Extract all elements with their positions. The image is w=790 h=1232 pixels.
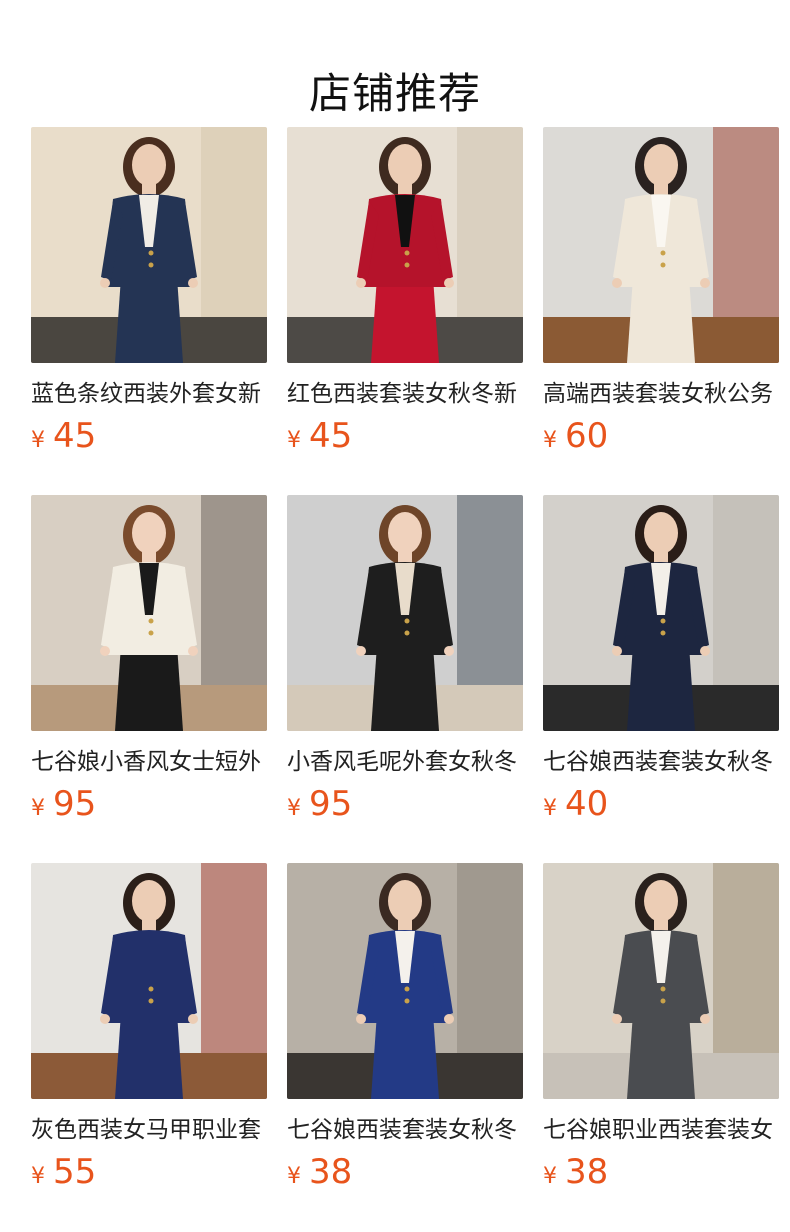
- product-name[interactable]: 七谷娘小香风女士短外: [31, 747, 267, 777]
- product-price: ¥95: [31, 783, 267, 825]
- price-value: 45: [53, 416, 97, 456]
- price-value: 38: [565, 1152, 609, 1192]
- product-image[interactable]: [287, 863, 523, 1099]
- product-price: ¥38: [543, 1151, 779, 1193]
- product-image[interactable]: [287, 495, 523, 731]
- product-price: ¥45: [287, 415, 523, 457]
- product-price: ¥45: [31, 415, 267, 457]
- product-name[interactable]: 七谷娘职业西装套装女: [543, 1115, 779, 1145]
- product-image[interactable]: [543, 863, 779, 1099]
- currency-symbol: ¥: [287, 1164, 301, 1189]
- product-price: ¥40: [543, 783, 779, 825]
- product-card[interactable]: 七谷娘西装套装女秋冬 ¥40: [543, 495, 779, 863]
- currency-symbol: ¥: [543, 1164, 557, 1189]
- currency-symbol: ¥: [31, 428, 45, 453]
- price-value: 55: [53, 1152, 97, 1192]
- product-card[interactable]: 小香风毛呢外套女秋冬 ¥95: [287, 495, 523, 863]
- product-price: ¥95: [287, 783, 523, 825]
- product-name[interactable]: 高端西装套装女秋公务: [543, 379, 779, 409]
- product-image[interactable]: [543, 495, 779, 731]
- product-name[interactable]: 红色西装套装女秋冬新: [287, 379, 523, 409]
- product-card[interactable]: 高端西装套装女秋公务 ¥60: [543, 127, 779, 495]
- product-card[interactable]: 红色西装套装女秋冬新 ¥45: [287, 127, 523, 495]
- product-price: ¥60: [543, 415, 779, 457]
- product-card[interactable]: 七谷娘小香风女士短外 ¥95: [31, 495, 267, 863]
- product-card[interactable]: 灰色西装女马甲职业套 ¥55: [31, 863, 267, 1231]
- currency-symbol: ¥: [31, 1164, 45, 1189]
- product-name[interactable]: 蓝色条纹西装外套女新: [31, 379, 267, 409]
- currency-symbol: ¥: [543, 796, 557, 821]
- page-title: 店铺推荐: [308, 69, 481, 119]
- product-image[interactable]: [31, 127, 267, 363]
- currency-symbol: ¥: [287, 428, 301, 453]
- currency-symbol: ¥: [31, 796, 45, 821]
- price-value: 38: [309, 1152, 353, 1192]
- price-value: 60: [565, 416, 609, 456]
- product-card[interactable]: 七谷娘西装套装女秋冬 ¥38: [287, 863, 523, 1231]
- product-name[interactable]: 七谷娘西装套装女秋冬: [543, 747, 779, 777]
- product-name[interactable]: 七谷娘西装套装女秋冬: [287, 1115, 523, 1145]
- product-price: ¥55: [31, 1151, 267, 1193]
- product-card[interactable]: 七谷娘职业西装套装女 ¥38: [543, 863, 779, 1231]
- product-card[interactable]: 蓝色条纹西装外套女新 ¥45: [31, 127, 267, 495]
- product-name[interactable]: 小香风毛呢外套女秋冬: [287, 747, 523, 777]
- currency-symbol: ¥: [543, 428, 557, 453]
- product-image[interactable]: [543, 127, 779, 363]
- product-name[interactable]: 灰色西装女马甲职业套: [31, 1115, 267, 1145]
- product-image[interactable]: [31, 495, 267, 731]
- product-image[interactable]: [287, 127, 523, 363]
- price-value: 45: [309, 416, 353, 456]
- price-value: 95: [309, 784, 353, 824]
- price-value: 40: [565, 784, 609, 824]
- price-value: 95: [53, 784, 97, 824]
- product-price: ¥38: [287, 1151, 523, 1193]
- currency-symbol: ¥: [287, 796, 301, 821]
- product-grid: 蓝色条纹西装外套女新 ¥45 红色西装套装女秋冬新 ¥45 高端西装套装女秋公务 ¥60 七…: [31, 127, 779, 1231]
- product-image[interactable]: [31, 863, 267, 1099]
